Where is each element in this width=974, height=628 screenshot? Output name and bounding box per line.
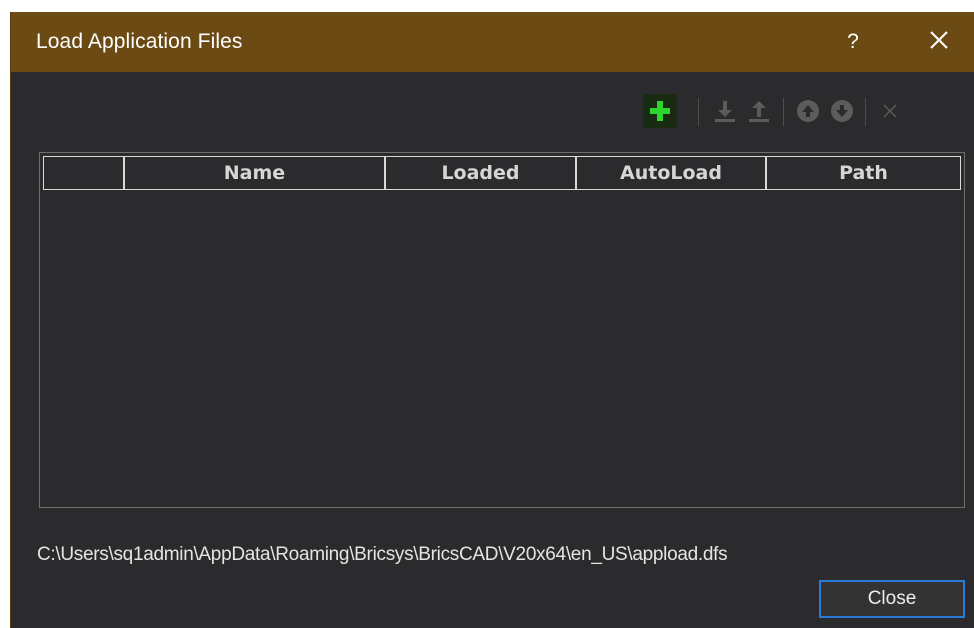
settings-file-path: C:\Users\sq1admin\AppData\Roaming\Bricsy… (37, 544, 728, 565)
toolbar-separator (698, 98, 699, 126)
move-up-icon (797, 100, 819, 122)
column-header-select[interactable] (44, 157, 123, 189)
title-bar[interactable]: Load Application Files ? (11, 12, 974, 72)
remove-icon (883, 104, 897, 118)
dialog-body: Name Loaded AutoLoad Path C:\Users\sq1ad… (11, 72, 974, 628)
load-icon (715, 101, 735, 122)
unload-icon (749, 101, 769, 122)
move-up-button[interactable] (791, 94, 825, 128)
toolbar-separator (865, 98, 866, 126)
toolbar-separator (783, 98, 784, 126)
toolbar (611, 92, 974, 132)
remove-button[interactable] (873, 94, 907, 128)
add-icon (650, 101, 670, 121)
column-header-name[interactable]: Name (123, 157, 384, 189)
move-down-icon (831, 100, 853, 122)
add-file-button[interactable] (643, 94, 677, 128)
load-application-files-dialog: Load Application Files ? Name Loaded Aut… (10, 12, 974, 628)
close-window-button[interactable] (919, 24, 959, 60)
unload-button[interactable] (742, 94, 776, 128)
move-down-button[interactable] (825, 94, 859, 128)
column-header-autoload[interactable]: AutoLoad (575, 157, 765, 189)
close-button[interactable]: Close (819, 580, 965, 618)
close-icon (930, 31, 948, 49)
application-files-table[interactable]: Name Loaded AutoLoad Path (39, 152, 965, 508)
load-button[interactable] (708, 94, 742, 128)
column-header-loaded[interactable]: Loaded (384, 157, 575, 189)
column-header-path[interactable]: Path (765, 157, 960, 189)
help-button[interactable]: ? (833, 24, 873, 60)
dialog-title: Load Application Files (36, 30, 243, 53)
table-header: Name Loaded AutoLoad Path (43, 156, 961, 190)
